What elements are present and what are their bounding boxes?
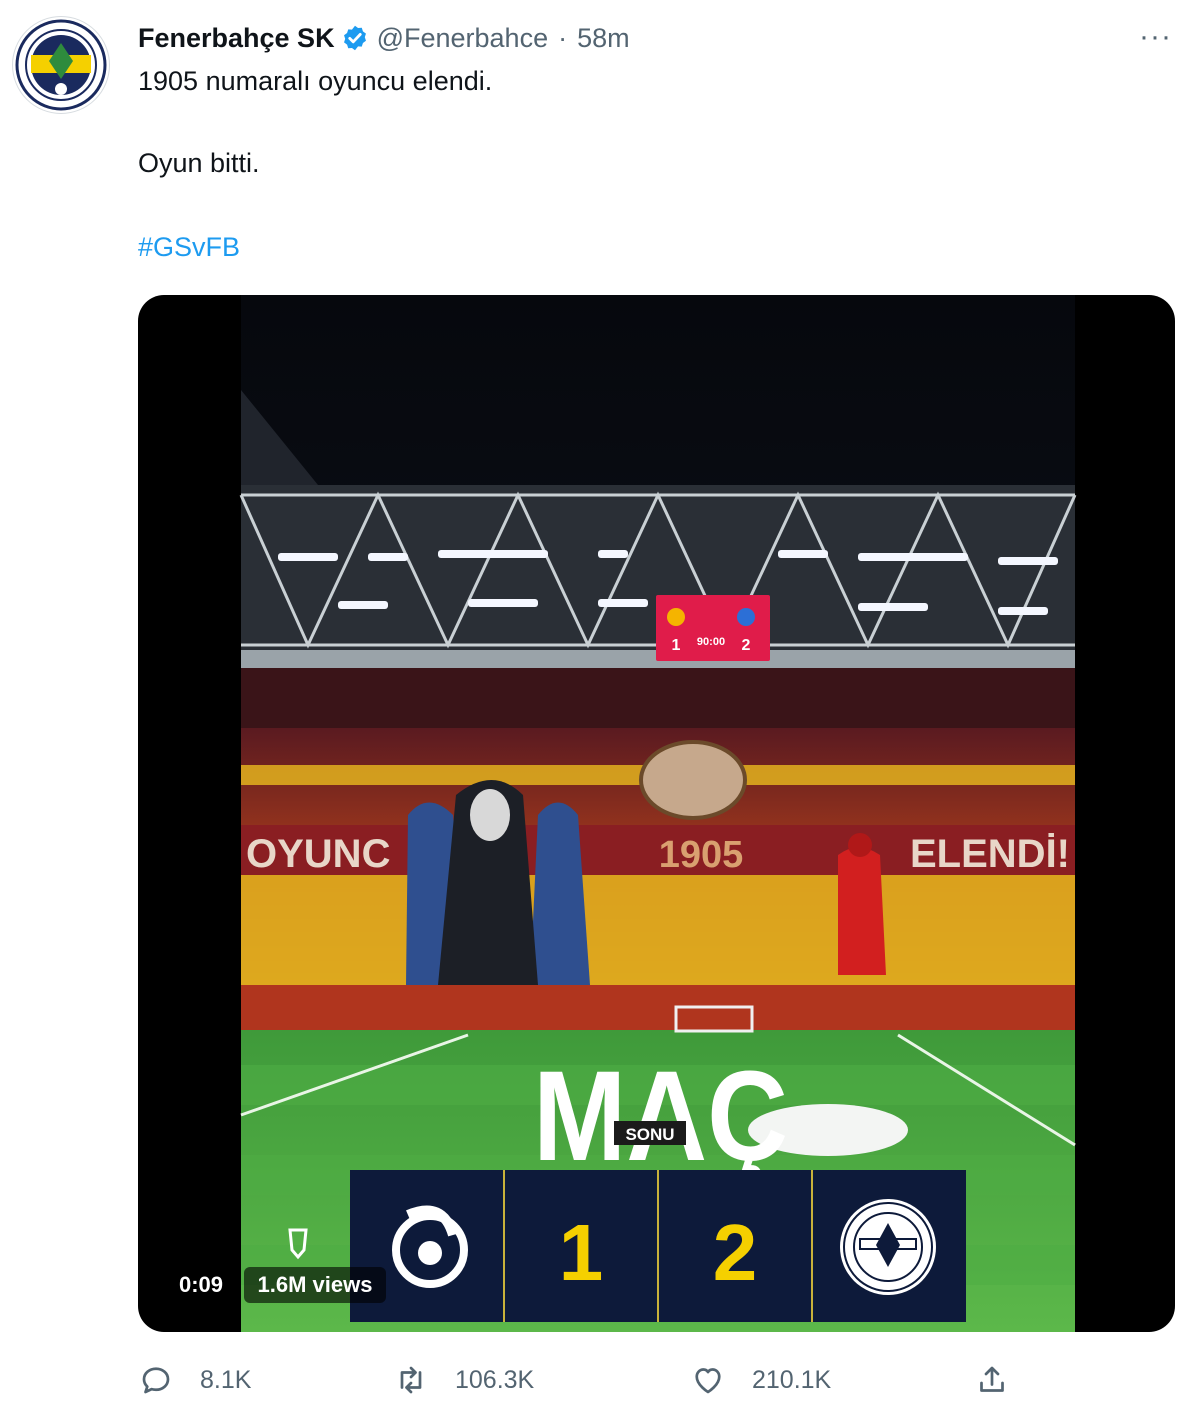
stadium-score-away: 2 bbox=[742, 637, 751, 654]
video-frame: 1 90:00 2 OYUNC 1905 ELENDİ! MAÇ SONU 1 … bbox=[166, 295, 1077, 1332]
home-team-score: 1 bbox=[559, 1208, 604, 1297]
retweet-icon bbox=[400, 1366, 422, 1394]
match-end-overlay: MAÇ SONU bbox=[533, 1045, 788, 1188]
share-button[interactable] bbox=[974, 1362, 1036, 1398]
reply-icon bbox=[142, 1367, 170, 1394]
overlay-subtitle: SONU bbox=[625, 1125, 674, 1144]
author-handle[interactable]: @Fenerbahce bbox=[377, 23, 549, 54]
more-options-button[interactable]: ··· bbox=[1139, 22, 1172, 52]
final-score-panel: 1 2 bbox=[350, 1170, 966, 1322]
reply-button[interactable]: 8.1K bbox=[138, 1362, 251, 1398]
tweet-text-line-2: Oyun bitti. bbox=[138, 148, 260, 178]
like-button[interactable]: 210.1K bbox=[690, 1362, 831, 1398]
tifo-text-left: OYUNC bbox=[246, 832, 390, 876]
view-count: 1.6M views bbox=[258, 1272, 373, 1297]
stadium-score-home: 1 bbox=[672, 637, 681, 654]
views-badge: 1.6M views bbox=[244, 1267, 386, 1303]
stadium-clock: 90:00 bbox=[697, 636, 725, 648]
tweet-text-line-1: 1905 numaralı oyuncu elendi. bbox=[138, 66, 493, 96]
video-time: 0:09 bbox=[179, 1272, 223, 1297]
tweet-video[interactable]: 1 90:00 2 OYUNC 1905 ELENDİ! MAÇ SONU 1 … bbox=[138, 295, 1175, 1332]
share-icon bbox=[980, 1366, 1004, 1392]
author-avatar[interactable] bbox=[12, 16, 110, 114]
reply-count: 8.1K bbox=[200, 1365, 252, 1394]
tifo-text-center: 1905 bbox=[659, 834, 744, 876]
tweet-timestamp[interactable]: 58m bbox=[577, 23, 630, 54]
heart-icon bbox=[695, 1368, 721, 1394]
fenerbahce-logo-icon bbox=[15, 19, 107, 111]
retweet-button[interactable]: 106.3K bbox=[393, 1362, 534, 1398]
like-count: 210.1K bbox=[752, 1365, 832, 1394]
stadium-scoreboard: 1 90:00 2 bbox=[656, 595, 770, 661]
tweet-action-bar: 8.1K 106.3K 210.1K bbox=[138, 1362, 1178, 1402]
video-time-badge: 0:09 bbox=[166, 1267, 236, 1303]
verified-badge-icon bbox=[343, 25, 366, 51]
away-team-score: 2 bbox=[713, 1208, 758, 1297]
tweet-header: Fenerbahçe SK @Fenerbahce · 58m bbox=[138, 20, 630, 56]
hashtag-link[interactable]: #GSvFB bbox=[138, 232, 240, 263]
author-name[interactable]: Fenerbahçe SK bbox=[138, 23, 335, 54]
tifo-text-right: ELENDİ! bbox=[910, 832, 1070, 876]
overlay-title: MAÇ bbox=[533, 1045, 788, 1188]
fenerbahce-crest-icon bbox=[840, 1199, 936, 1295]
separator-dot: · bbox=[558, 22, 568, 53]
retweet-count: 106.3K bbox=[455, 1365, 535, 1394]
